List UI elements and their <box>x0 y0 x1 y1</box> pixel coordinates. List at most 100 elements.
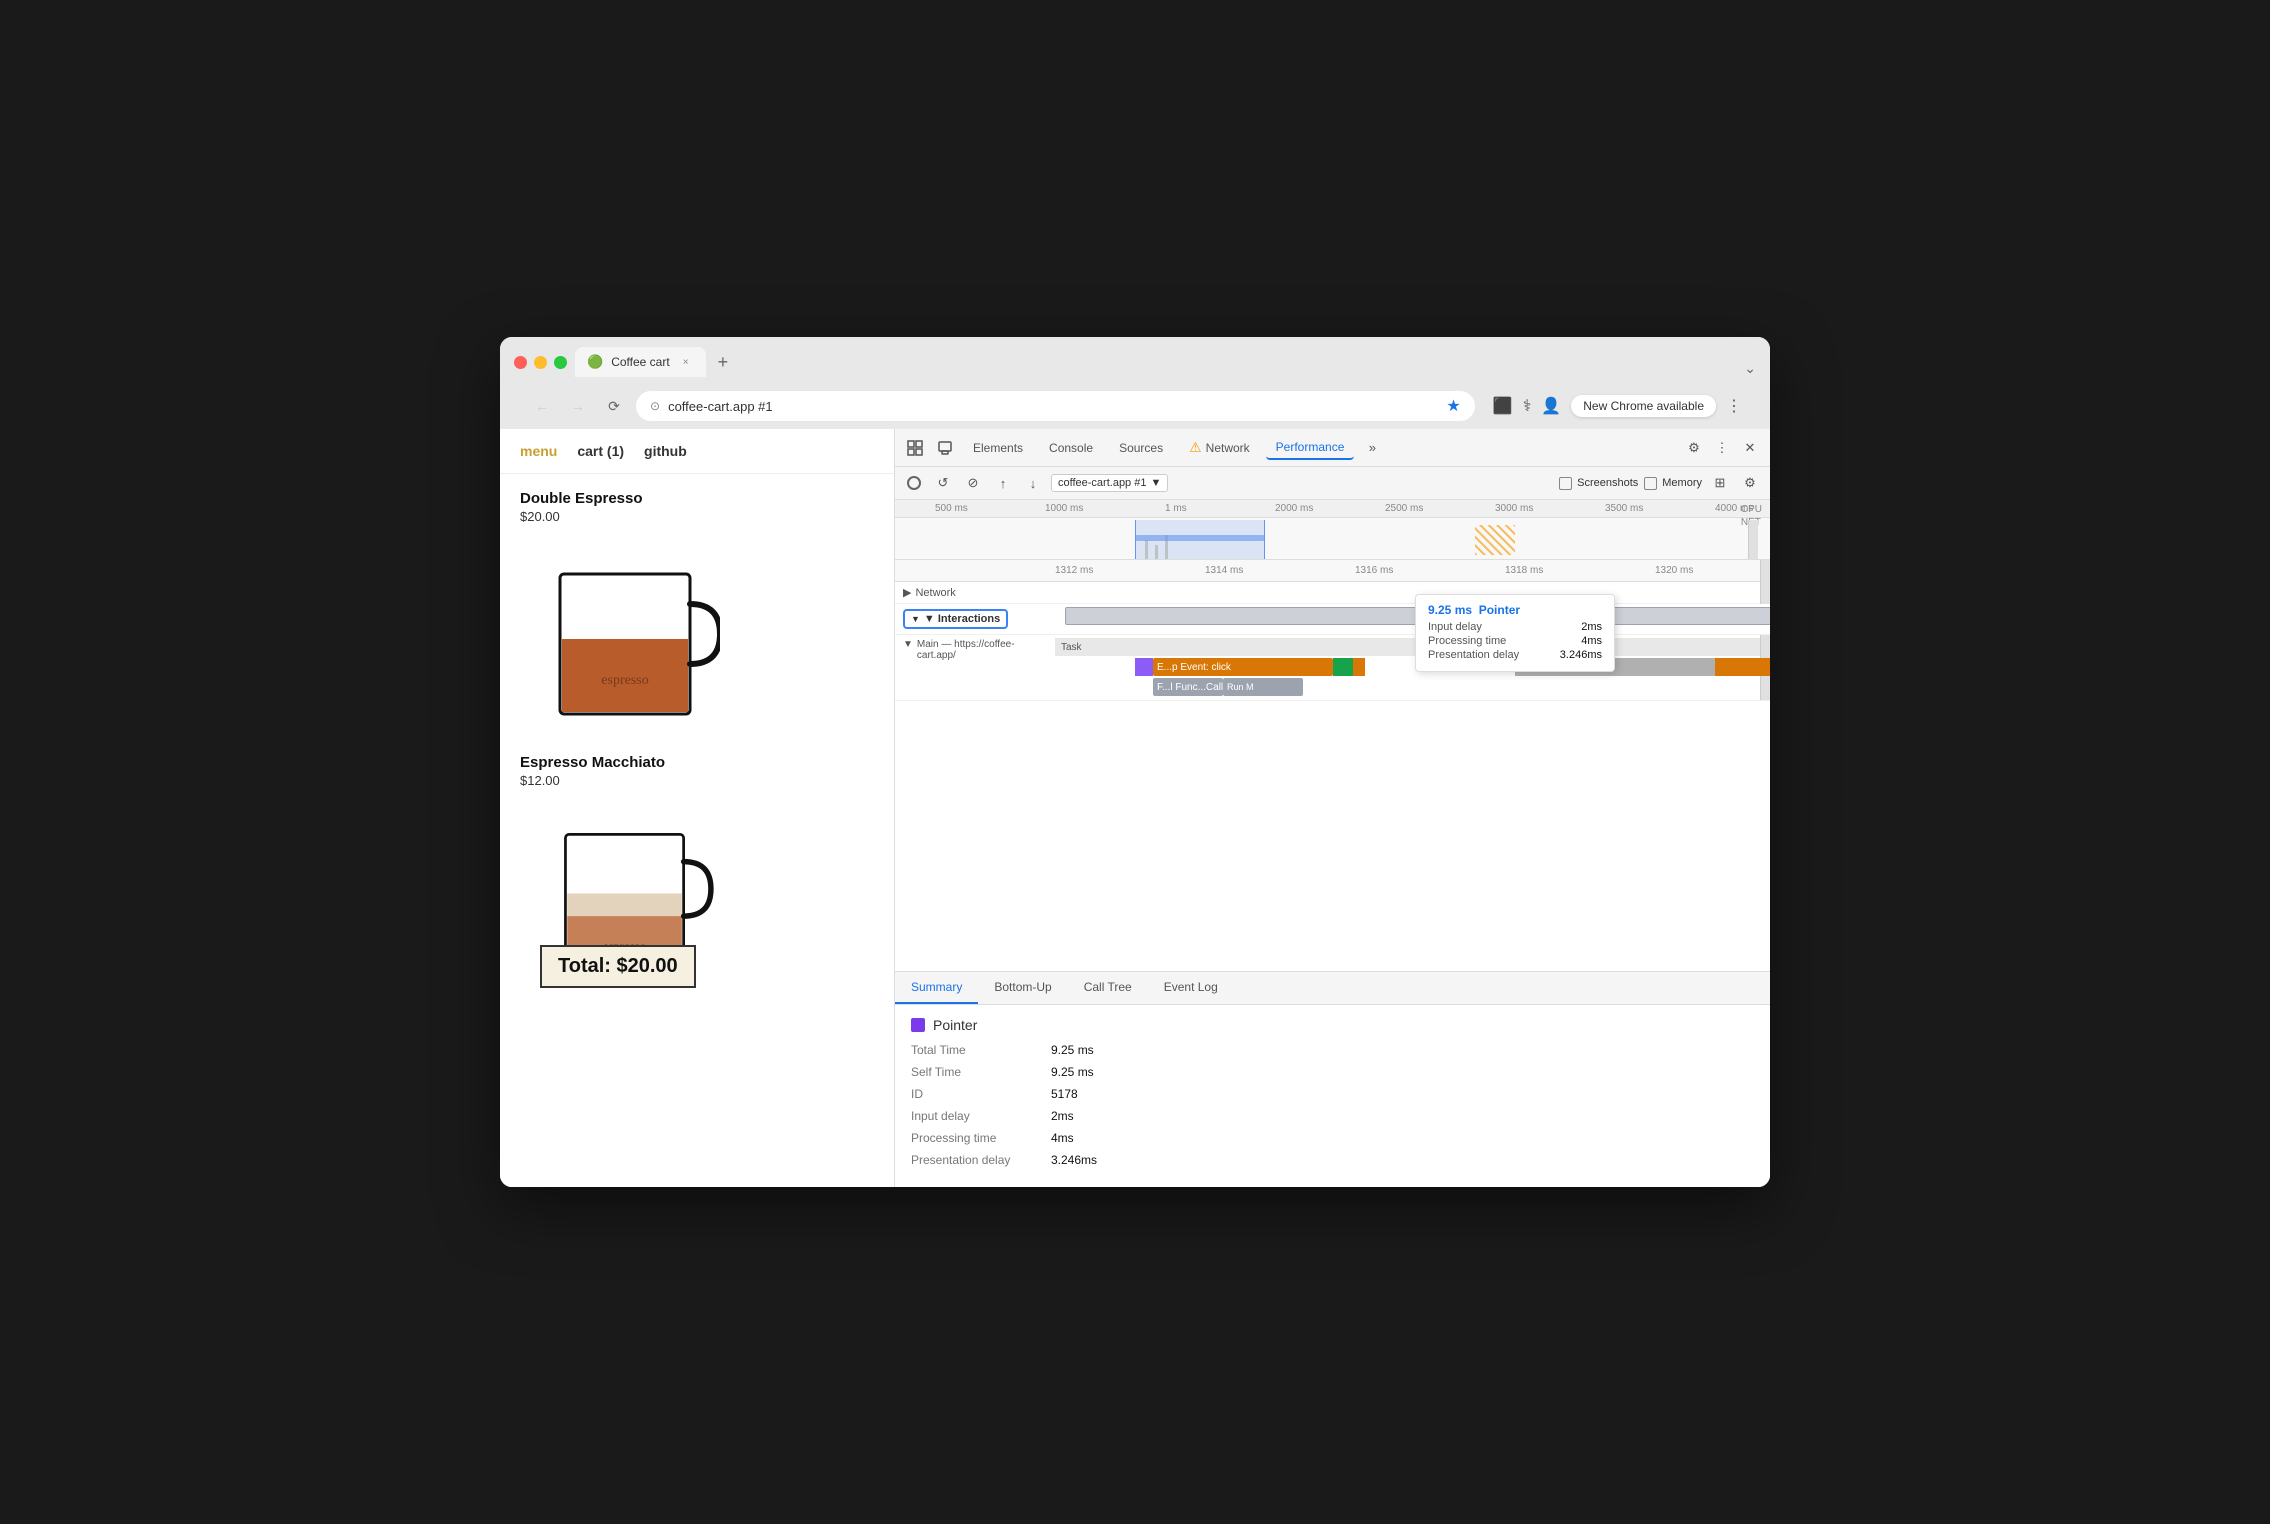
tab-close-button[interactable]: × <box>678 354 694 370</box>
screenshots-label: Screenshots <box>1577 477 1638 489</box>
record-button[interactable] <box>903 472 925 494</box>
yellow-right <box>1715 658 1770 676</box>
tab-network[interactable]: ⚠ Network <box>1179 435 1260 460</box>
element-picker-icon[interactable] <box>903 436 927 460</box>
clear-profile-button[interactable]: ⊘ <box>961 471 985 495</box>
reload-profile-button[interactable]: ↺ <box>931 471 955 495</box>
device-mode-icon[interactable] <box>933 436 957 460</box>
toolbar-right: ⬛ ⚕ 👤 New Chrome available ⋮ <box>1493 395 1742 417</box>
network-track-label: Network <box>915 587 955 599</box>
self-time-label: Self Time <box>911 1065 1051 1079</box>
reload-button[interactable]: ⟳ <box>600 392 628 420</box>
target-selector[interactable]: coffee-cart.app #1 ▼ <box>1051 474 1168 492</box>
tooltip-input-delay: Input delay 2ms <box>1428 621 1602 633</box>
address-input[interactable]: ⊙ coffee-cart.app #1 ★ <box>636 391 1475 421</box>
task-header-row: Task <box>1055 638 1760 656</box>
func-call-bar[interactable]: F...l Func...Call <box>1153 678 1223 696</box>
network-expand-icon[interactable]: ▶ <box>903 586 911 599</box>
hatch-area <box>1475 525 1515 555</box>
nav-menu[interactable]: menu <box>520 443 557 459</box>
back-button[interactable]: ← <box>528 392 556 420</box>
interactions-text: ▼ Interactions <box>924 613 1000 625</box>
close-icon[interactable]: × <box>683 357 689 368</box>
self-time-val: 9.25 ms <box>1051 1065 1094 1079</box>
zoom-label-1312: 1312 ms <box>1055 565 1093 576</box>
interactions-label-box: ▼ ▼ Interactions <box>903 609 1008 629</box>
more-options-icon[interactable]: ⋮ <box>1726 396 1742 416</box>
tab-console[interactable]: Console <box>1039 437 1103 459</box>
coffee-price: $20.00 <box>520 509 874 524</box>
devtools-toolbar: Elements Console Sources ⚠ Network Perfo… <box>895 429 1770 467</box>
tooltip-ms: 9.25 ms <box>1428 603 1472 617</box>
id-row: ID 5178 <box>911 1087 1754 1101</box>
purple-event <box>1135 658 1153 676</box>
tab-summary[interactable]: Summary <box>895 972 978 1004</box>
close-traffic-light[interactable] <box>514 356 527 369</box>
devtools-close-icon[interactable]: ✕ <box>1738 436 1762 460</box>
bookmark-icon[interactable]: ★ <box>1446 396 1460 416</box>
green-event <box>1333 658 1353 676</box>
more-tabs-icon[interactable]: » <box>1360 436 1384 460</box>
maximize-traffic-light[interactable] <box>554 356 567 369</box>
run-main-bar[interactable]: Run M <box>1223 678 1303 696</box>
scrollbar-top[interactable] <box>1760 560 1770 582</box>
security-icon: ⊙ <box>650 399 660 413</box>
tab-elements[interactable]: Elements <box>963 437 1033 459</box>
main-content: menu cart (1) github Double Espresso $20… <box>500 429 1770 1187</box>
input-delay-val: 2ms <box>1581 621 1602 633</box>
cpu-spike-2 <box>1155 545 1158 560</box>
new-tab-button[interactable]: + <box>710 348 737 377</box>
new-chrome-pill[interactable]: New Chrome available <box>1571 395 1716 417</box>
hardware-icon[interactable]: ⊞ <box>1708 471 1732 495</box>
minimize-traffic-light[interactable] <box>534 356 547 369</box>
ruler-3500: 3500 ms <box>1605 503 1643 514</box>
memory-label: Memory <box>1662 477 1702 489</box>
sum-presentation-label: Presentation delay <box>911 1153 1051 1167</box>
ruler-3000: 3000 ms <box>1495 503 1533 514</box>
zoom-label-1318: 1318 ms <box>1505 565 1543 576</box>
coffee-name: Double Espresso <box>520 490 874 507</box>
sum-processing-val: 4ms <box>1051 1131 1074 1145</box>
zoom-label-1314: 1314 ms <box>1205 565 1243 576</box>
self-time-row: Self Time 9.25 ms <box>911 1065 1754 1079</box>
forward-button[interactable]: → <box>564 392 592 420</box>
cpu-label: CPU <box>1741 504 1762 515</box>
screenshots-checkbox[interactable] <box>1559 477 1572 490</box>
main-expand-icon[interactable]: ▼ <box>903 639 913 650</box>
tab-sources[interactable]: Sources <box>1109 437 1173 459</box>
target-text: coffee-cart.app #1 <box>1058 477 1146 489</box>
nav-github[interactable]: github <box>644 443 687 459</box>
presentation-label: Presentation delay <box>1428 649 1519 661</box>
tab-performance[interactable]: Performance <box>1266 436 1355 460</box>
tab-bottom-up[interactable]: Bottom-Up <box>978 972 1067 1004</box>
coffee-name-2: Espresso Macchiato <box>520 754 874 771</box>
scrollbar-network[interactable] <box>1760 582 1770 604</box>
webpage-nav: menu cart (1) github <box>500 429 894 474</box>
zoom-timeline: 500 ms 1000 ms 1 ms 2000 ms 2500 ms 3000… <box>895 500 1770 560</box>
extension-icon[interactable]: ⬛ <box>1493 396 1513 416</box>
devtools-more-icon[interactable]: ⋮ <box>1710 436 1734 460</box>
network-label: ▶ Network <box>895 586 1055 599</box>
memory-checkbox[interactable] <box>1644 477 1657 490</box>
perf-settings-icon[interactable]: ⚙ <box>1738 471 1762 495</box>
upload-button[interactable]: ↑ <box>991 471 1015 495</box>
url-text: coffee-cart.app #1 <box>668 399 773 414</box>
scrollbar[interactable] <box>1748 520 1758 560</box>
tab-call-tree[interactable]: Call Tree <box>1068 972 1148 1004</box>
event-short-label: E...p <box>1157 662 1178 673</box>
event-click-bar[interactable]: E...p Event: click <box>1153 658 1333 676</box>
active-tab[interactable]: 🟢 Coffee cart × <box>575 347 706 377</box>
ruler-2000: 2000 ms <box>1275 503 1313 514</box>
coffee-item-espresso: Double Espresso $20.00 espresso <box>520 490 874 734</box>
interactions-expand-icon[interactable]: ▼ <box>911 614 920 624</box>
id-label: ID <box>911 1087 1051 1101</box>
profile-icon[interactable]: 👤 <box>1541 396 1561 416</box>
nav-cart[interactable]: cart (1) <box>577 443 624 459</box>
network-track: ▶ Network <box>895 582 1770 604</box>
dropdown-arrow-icon: ▼ <box>1150 477 1161 489</box>
tab-menu-icon[interactable]: ⌄ <box>1744 360 1756 377</box>
download-button[interactable]: ↓ <box>1021 471 1045 495</box>
tab-event-log[interactable]: Event Log <box>1148 972 1234 1004</box>
settings-icon[interactable]: ⚙ <box>1682 436 1706 460</box>
lab-icon[interactable]: ⚕ <box>1523 396 1532 416</box>
